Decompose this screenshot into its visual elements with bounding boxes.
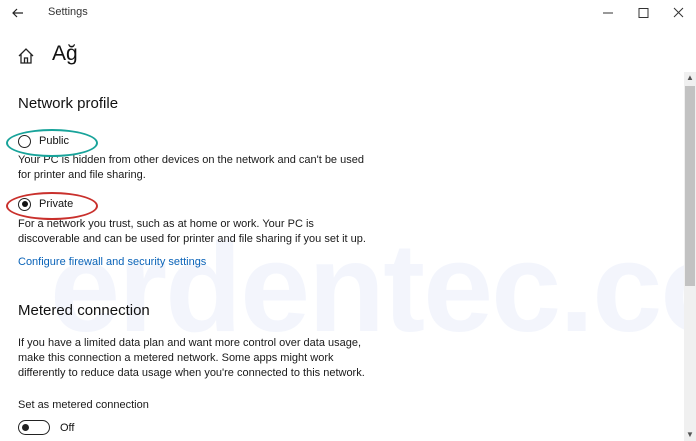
maximize-icon [638, 8, 649, 18]
close-icon [673, 7, 684, 18]
back-arrow-icon [12, 8, 23, 18]
radio-public[interactable]: Public [18, 132, 69, 150]
home-button[interactable] [16, 46, 36, 66]
minimize-icon [603, 12, 613, 14]
network-profile-heading: Network profile [18, 95, 119, 112]
scrollbar-thumb[interactable] [685, 86, 695, 286]
scroll-down-arrow-icon[interactable]: ▼ [684, 429, 696, 441]
scrollbar[interactable]: ▲ ▼ [684, 72, 696, 441]
radio-public-label: Public [39, 135, 69, 147]
metered-toggle-row[interactable]: Off [18, 420, 74, 435]
radio-private[interactable]: Private [18, 195, 73, 213]
metered-description: If you have a limited data plan and want… [18, 337, 365, 379]
close-button[interactable] [660, 0, 696, 26]
public-description: Your PC is hidden from other devices on … [18, 154, 364, 181]
metered-toggle-label: Set as metered connection [18, 399, 149, 411]
radio-private-circle[interactable] [18, 197, 31, 211]
page-title: Ağ [52, 42, 78, 65]
home-icon [18, 48, 34, 64]
back-button[interactable] [8, 3, 28, 23]
minimize-button[interactable] [590, 0, 626, 26]
radio-private-label: Private [39, 198, 74, 210]
metered-toggle-state: Off [60, 421, 75, 434]
metered-toggle[interactable] [18, 420, 50, 435]
toggle-knob [22, 424, 29, 431]
maximize-button[interactable] [625, 0, 661, 26]
radio-public-circle[interactable] [18, 134, 31, 148]
metered-connection-heading: Metered connection [18, 302, 150, 319]
private-description: For a network you trust, such as at home… [18, 218, 366, 245]
window-title: Settings [48, 6, 88, 18]
title-bar: Settings [0, 0, 696, 26]
scroll-up-arrow-icon[interactable]: ▲ [684, 72, 696, 84]
firewall-settings-link[interactable]: Configure firewall and security settings [18, 256, 206, 268]
